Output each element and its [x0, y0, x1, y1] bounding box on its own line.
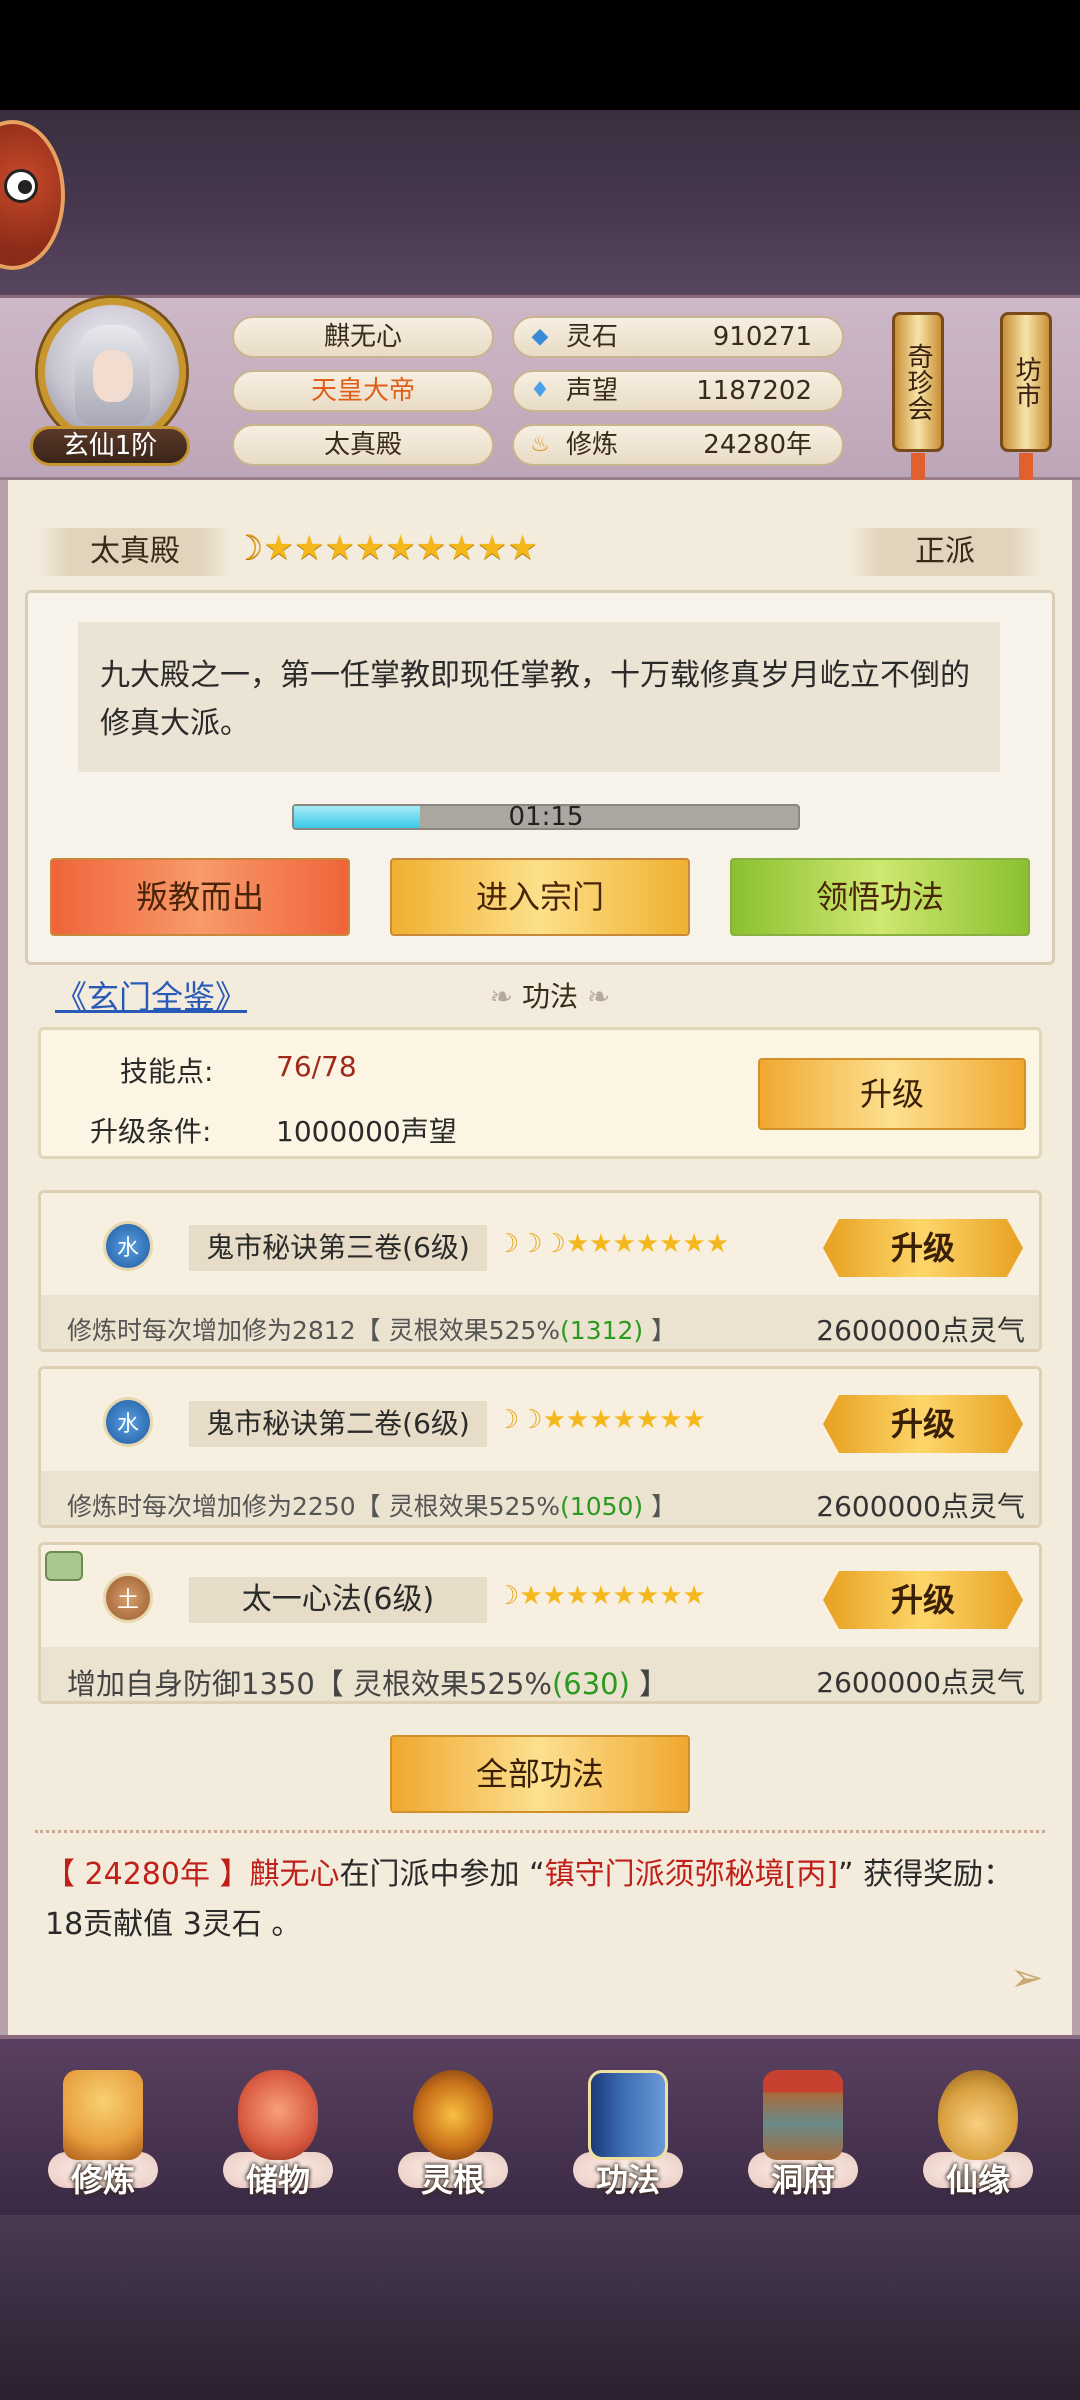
spirit-stone-icon: ◆ [531, 324, 549, 349]
leave-sect-button[interactable]: 叛教而出 [50, 858, 350, 936]
player-avatar-block[interactable]: 玄仙1阶 [30, 298, 190, 466]
cultivate-icon [63, 2070, 143, 2160]
skill-star-rating: ☽☽★★★★★★★ [496, 1405, 706, 1435]
lock-icon [45, 1551, 83, 1581]
resource-cultivation: ♨ 修炼 24280年 [512, 424, 844, 466]
upgrade-skill-points-button[interactable]: 升级 [758, 1058, 1026, 1130]
skill-name: 鬼市秘诀第三卷(6级) [189, 1225, 487, 1271]
sect-star-rating: ☽★★★★★★★★★ [233, 528, 538, 568]
skill-card: 水 鬼市秘诀第二卷(6级) ☽☽★★★★★★★ 升级 修炼时每次增加修为2250… [38, 1366, 1042, 1528]
next-arrow-icon[interactable]: ➢ [1010, 1955, 1044, 2001]
player-title: 天皇大帝 [232, 370, 494, 412]
comprehend-skill-button[interactable]: 领悟功法 [730, 858, 1030, 936]
enter-sect-button[interactable]: 进入宗门 [390, 858, 690, 936]
all-skills-button[interactable]: 全部功法 [390, 1735, 690, 1813]
nav-cultivate[interactable]: 修炼 [28, 2060, 178, 2210]
skill-cost: 2600000点灵气 [816, 1314, 1025, 1347]
moon-icon: ☽ [233, 528, 264, 568]
skill-points-value: 76/78 [276, 1050, 357, 1083]
skill-description: 修炼时每次增加修为2250【 灵根效果525%(1050) 】 [67, 1492, 677, 1521]
nav-storage[interactable]: 储物 [203, 2060, 353, 2210]
resource-spirit-stone: ◆ 灵石 910271 [512, 316, 844, 358]
skill-upgrade-button[interactable]: 升级 [823, 1395, 1023, 1453]
sect-description: 九大殿之一，第一任掌教即现任掌教，十万载修真岁月屹立不倒的修真大派。 [78, 622, 1000, 772]
skill-cost: 2600000点灵气 [816, 1490, 1025, 1523]
spirit-root-icon [413, 2070, 493, 2160]
upgrade-condition-label: 升级条件: [90, 1115, 212, 1148]
earth-element-icon: 土 [103, 1573, 153, 1623]
skill-card: 土 太一心法(6级) ☽★★★★★★★★ 升级 增加自身防御1350【 灵根效果… [38, 1542, 1042, 1704]
skill-book-icon [588, 2070, 668, 2160]
skill-star-rating: ☽☽☽★★★★★★★ [496, 1229, 730, 1259]
nav-cave-dwelling[interactable]: 洞府 [728, 2060, 878, 2210]
cloud-ornament-icon: ❧ [489, 980, 522, 1013]
skill-description: 增加自身防御1350【 灵根效果525%(630) 】 [67, 1667, 669, 1701]
treasure-auction-button[interactable]: 奇珍会 [892, 312, 944, 483]
skill-name: 鬼市秘诀第二卷(6级) [189, 1401, 487, 1447]
skill-card: 水 鬼市秘诀第三卷(6级) ☽☽☽★★★★★★★ 升级 修炼时每次增加修为281… [38, 1190, 1042, 1352]
reputation-icon: ♦ [530, 378, 550, 403]
upgrade-condition-value: 1000000声望 [276, 1115, 457, 1148]
storage-bag-icon [238, 2070, 318, 2160]
skill-upgrade-button[interactable]: 升级 [823, 1571, 1023, 1629]
skill-description: 修炼时每次增加修为2812【 灵根效果525%(1312) 】 [67, 1316, 677, 1345]
sect-name-ribbon: 太真殿 [40, 528, 230, 576]
skill-points-label: 技能点: [120, 1055, 214, 1088]
cloud-ornament-icon: ❧ [578, 980, 611, 1013]
skill-star-rating: ☽★★★★★★★★ [496, 1581, 706, 1611]
avatar[interactable] [38, 298, 186, 446]
water-element-icon: 水 [103, 1397, 153, 1447]
skill-name: 太一心法(6级) [189, 1577, 487, 1623]
sect-alignment-ribbon: 正派 [850, 528, 1040, 576]
resource-reputation: ♦ 声望 1187202 [512, 370, 844, 412]
xuanmen-guide-link[interactable]: 《玄门全鉴》 [55, 972, 247, 1018]
player-name: 麒无心 [232, 316, 494, 358]
water-element-icon: 水 [103, 1221, 153, 1271]
rank-badge: 玄仙1阶 [30, 426, 190, 466]
divider [35, 1830, 1045, 1834]
market-button[interactable]: 坊市 [1000, 312, 1052, 483]
nav-spirit-root[interactable]: 灵根 [378, 2060, 528, 2210]
cave-dwelling-icon [763, 2070, 843, 2160]
fortune-gourd-icon [938, 2070, 1018, 2160]
skill-upgrade-button[interactable]: 升级 [823, 1219, 1023, 1277]
nav-fortune[interactable]: 仙缘 [903, 2060, 1053, 2210]
player-sect: 太真殿 [232, 424, 494, 466]
event-log: 【 24280年 】麒无心在门派中参加 “镇守门派须弥秘境[丙]” 获得奖励：1… [45, 1857, 1014, 1942]
nav-skills[interactable]: 功法 [553, 2060, 703, 2210]
top-background [0, 110, 1080, 300]
section-title-skills: ❧ 功法 ❧ [489, 980, 611, 1013]
skill-cost: 2600000点灵气 [816, 1666, 1025, 1699]
timer-text: 01:15 [508, 802, 584, 832]
cultivation-icon: ♨ [530, 432, 550, 457]
